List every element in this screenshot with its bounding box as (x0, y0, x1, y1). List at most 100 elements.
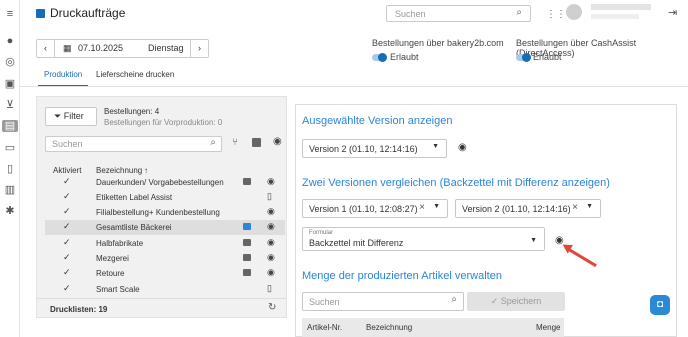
version-select[interactable]: Version 2 (01.10, 12:14:16) ▼ (302, 139, 447, 158)
print-lists-count: Drucklisten: 19 (50, 305, 108, 314)
formular-value: Backzettel mit Differenz (309, 238, 404, 248)
col-header-active: Aktiviert (53, 166, 82, 175)
dropdown-caret-icon[interactable]: ▼ (586, 203, 593, 210)
formular-select[interactable]: Formular Backzettel mit Differenz ▼ (302, 227, 545, 251)
table-row[interactable]: ✓ Etiketten Label Assist ▯ (45, 190, 285, 205)
compare-version-b-select[interactable]: Version 2 (01.10, 12:14:16) × ▼ (455, 199, 601, 218)
table-row-selected[interactable]: ✓ Gesamtliste Bäckerei ◉ (45, 220, 285, 235)
list-icon[interactable] (243, 269, 251, 276)
check-icon: ✓ (490, 296, 501, 306)
table-row[interactable]: ✓ Retoure ◉ (45, 266, 285, 281)
refresh-icon[interactable]: ↻ (268, 302, 276, 313)
print-jobs-icon (36, 9, 45, 18)
filter-icon: ⏷ (54, 111, 64, 121)
eye-icon[interactable]: ◉ (458, 142, 467, 153)
tab-lieferscheine[interactable]: Lieferscheine drucken (96, 70, 174, 79)
scan-icon[interactable]: ◎ (4, 56, 16, 68)
bakery-orders-toggle[interactable] (372, 53, 387, 62)
article-search-input[interactable]: Suchen ⌕ (302, 292, 464, 311)
avatar[interactable] (566, 4, 582, 20)
chatbot-icon[interactable]: ◘ (650, 295, 670, 315)
check-icon[interactable]: ✓ (63, 176, 71, 187)
check-icon[interactable]: ✓ (63, 283, 71, 294)
check-icon[interactable]: ✓ (63, 267, 71, 278)
check-icon[interactable]: ✓ (63, 252, 71, 263)
tab-produktion[interactable]: Produktion (38, 70, 89, 87)
print-list-search-input[interactable]: Suchen ⌕ (45, 136, 222, 152)
search-icon[interactable]: ⌕ (451, 294, 457, 305)
nav-rail: ≡ ● ◎ ▣ ⊻ ▤ ▭ ▯ ▥ ✱ (0, 0, 20, 337)
apps-grid-icon[interactable]: ⋮⋮ (546, 9, 566, 20)
col-header-name: Bezeichnung (366, 323, 413, 332)
cashassist-orders-toggle[interactable] (516, 53, 531, 62)
date-value: 07.10.2025 (78, 43, 124, 53)
table-row[interactable]: ✓ Mezgerei ◉ (45, 251, 285, 266)
user-role-blurred (591, 14, 639, 19)
bakery-orders-label: Bestellungen über bakery2b.com (372, 38, 504, 48)
chart-icon[interactable]: ▥ (4, 184, 16, 196)
col-header-name[interactable]: Bezeichnung (96, 166, 142, 175)
menu-icon[interactable]: ≡ (4, 8, 16, 20)
section-title-compare: Zwei Versionen vergleichen (Backzettel m… (302, 177, 610, 189)
compare-version-a-select[interactable]: Version 1 (01.10, 12:08:27) × ▼ (302, 199, 448, 218)
table-row[interactable]: ✓ Halbfabrikate ◉ (45, 236, 285, 251)
document-icon[interactable]: ▯ (267, 191, 272, 202)
dropdown-caret-icon[interactable]: ▼ (530, 237, 537, 244)
person-icon[interactable]: ● (4, 35, 16, 47)
select-all-icon[interactable] (252, 138, 261, 147)
col-header-quantity: Menge (536, 323, 561, 332)
dropdown-caret-icon[interactable]: ▼ (433, 203, 440, 210)
eye-icon[interactable]: ◉ (267, 237, 275, 248)
date-picker[interactable]: ‹ ▦ 07.10.2025 Dienstag › (36, 39, 209, 58)
eye-icon[interactable]: ◉ (267, 252, 275, 263)
eye-icon[interactable]: ◉ (267, 176, 275, 187)
table-row[interactable]: ✓ Dauerkunden/ Vorgabebestellungen ◉ (45, 175, 285, 190)
check-icon[interactable]: ✓ (63, 237, 71, 248)
dropdown-caret-icon[interactable]: ▼ (432, 143, 439, 150)
cash-icon[interactable]: ▭ (4, 142, 16, 154)
briefcase-icon[interactable]: ▣ (4, 78, 16, 90)
table-footer-divider (37, 298, 286, 299)
check-icon[interactable]: ✓ (63, 191, 71, 202)
cart-icon[interactable]: ⊻ (4, 99, 16, 111)
filter-button[interactable]: ⏷ Filter (45, 107, 97, 126)
list-icon[interactable] (243, 223, 251, 230)
clear-icon[interactable]: × (419, 202, 425, 213)
next-day-button[interactable]: › (190, 40, 208, 57)
clear-icon[interactable]: × (572, 202, 578, 213)
table-row[interactable]: ✓ Filialbestellung+ Kundenbestellung ◉ (45, 205, 285, 220)
orders-count: Bestellungen: 4 (104, 107, 160, 116)
eye-icon[interactable]: ◉ (267, 206, 275, 217)
header-search-input[interactable]: Suchen ⌕ (386, 5, 531, 22)
merge-icon[interactable]: ⑂ (232, 137, 238, 148)
clipboard-icon[interactable]: ▯ (4, 163, 16, 175)
calendar-icon: ▦ (63, 43, 72, 53)
search-icon[interactable]: ⌕ (210, 137, 216, 148)
section-title-version: Ausgewählte Version anzeigen (302, 115, 453, 127)
eye-icon[interactable]: ◉ (273, 136, 282, 147)
prev-day-button[interactable]: ‹ (37, 40, 55, 57)
check-icon[interactable]: ✓ (63, 221, 71, 232)
list-icon[interactable] (243, 239, 251, 246)
eye-icon[interactable]: ◉ (267, 267, 275, 278)
save-button[interactable]: ✓ Speichern (467, 292, 565, 311)
table-row[interactable]: ✓ Smart Scale ▯ (45, 282, 285, 297)
sort-asc-icon[interactable]: ↑ (144, 166, 148, 175)
user-name-blurred (591, 4, 651, 10)
search-icon[interactable]: ⌕ (516, 7, 522, 18)
cashassist-orders-value: Erlaubt (533, 52, 562, 62)
document-icon[interactable]: ▯ (267, 283, 272, 294)
formular-label: Formular (309, 230, 334, 236)
tab-divider (20, 86, 688, 87)
logout-icon[interactable]: ⇥ (668, 6, 677, 19)
check-icon[interactable]: ✓ (63, 206, 71, 217)
printer-icon[interactable]: ▤ (2, 120, 18, 132)
settings-icon[interactable]: ✱ (4, 205, 16, 217)
weekday-value: Dienstag (148, 43, 184, 53)
col-header-article: Artikel-Nr. (307, 323, 343, 332)
eye-icon[interactable]: ◉ (267, 221, 275, 232)
bakery-orders-value: Erlaubt (390, 52, 419, 62)
page-title: Druckaufträge (36, 6, 125, 20)
list-icon[interactable] (243, 254, 251, 261)
list-icon[interactable] (243, 178, 251, 185)
